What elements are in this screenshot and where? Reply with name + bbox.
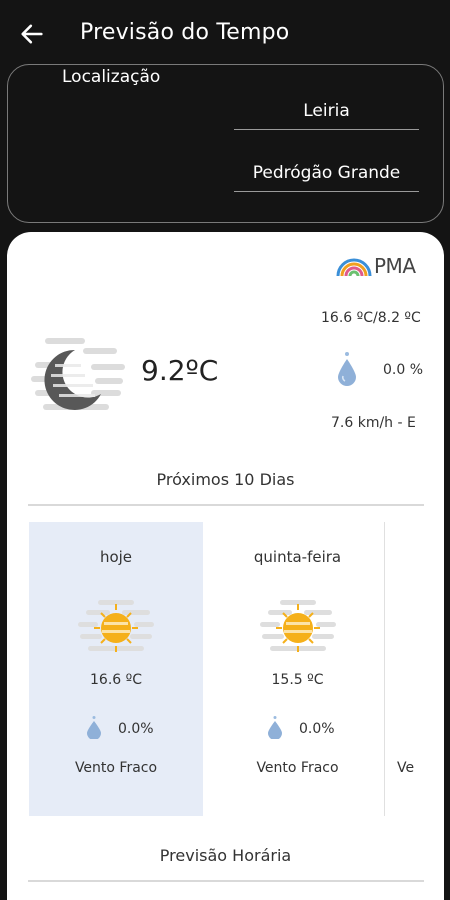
- day-wind: Ve: [397, 760, 415, 776]
- sun-behind-clouds-icon: [259, 600, 336, 652]
- ipma-rainbow-logo: [336, 258, 372, 277]
- weather-sheet: PMA 16.6 ºC/8.2 ºC 9.2ºC 0.0 % 7.6 km/h …: [7, 232, 444, 900]
- day-wind: Vento Fraco: [256, 760, 339, 776]
- hourly-forecast-title: Previsão Horária: [159, 846, 292, 865]
- day-precipitation: 0.0%: [299, 721, 335, 737]
- provider-name: PMA: [374, 254, 416, 278]
- day-precipitation: 0.0%: [118, 721, 154, 737]
- divider: [28, 504, 424, 506]
- rain-drop-icon: [87, 716, 101, 739]
- district-select[interactable]: Leiria: [234, 94, 419, 130]
- rain-drop-icon: [268, 716, 282, 739]
- ten-day-forecast-title: Próximos 10 Dias: [156, 470, 295, 489]
- forecast-day-card[interactable]: hoje 16.6 ºC 0.0% Vento Fraco: [29, 522, 203, 816]
- min-max-temperature: 16.6 ºC/8.2 ºC: [321, 310, 421, 326]
- ten-day-forecast-list[interactable]: hoje 16.6 ºC 0.0% Vento Fraco quinta-fei…: [29, 522, 444, 816]
- app-bar: Previsão do Tempo: [0, 0, 450, 64]
- arrow-left-icon[interactable]: [18, 20, 46, 48]
- current-temperature: 9.2ºC: [141, 354, 219, 387]
- night-partly-cloudy-moon-icon: [31, 338, 125, 410]
- day-temperature: 16.6 ºC: [90, 672, 142, 688]
- day-name: quinta-feira: [253, 548, 342, 566]
- sun-behind-clouds-icon: [78, 600, 154, 652]
- current-precipitation: 0.0 %: [383, 362, 424, 378]
- municipality-select[interactable]: Pedrógão Grande: [234, 156, 419, 192]
- page-title: Previsão do Tempo: [80, 20, 290, 45]
- rain-drop-icon: [338, 352, 356, 386]
- forecast-day-card[interactable]: Ve: [389, 522, 444, 816]
- divider: [28, 880, 424, 882]
- current-wind: 7.6 km/h - E: [331, 415, 416, 431]
- day-wind: Vento Fraco: [74, 760, 158, 776]
- day-name: hoje: [99, 548, 133, 566]
- location-card: [7, 64, 444, 223]
- forecast-day-card[interactable]: quinta-feira 15.5 ºC 0.0% Vento Fraco: [211, 522, 385, 816]
- location-label: Localização: [62, 67, 161, 87]
- day-temperature: 15.5 ºC: [271, 672, 324, 688]
